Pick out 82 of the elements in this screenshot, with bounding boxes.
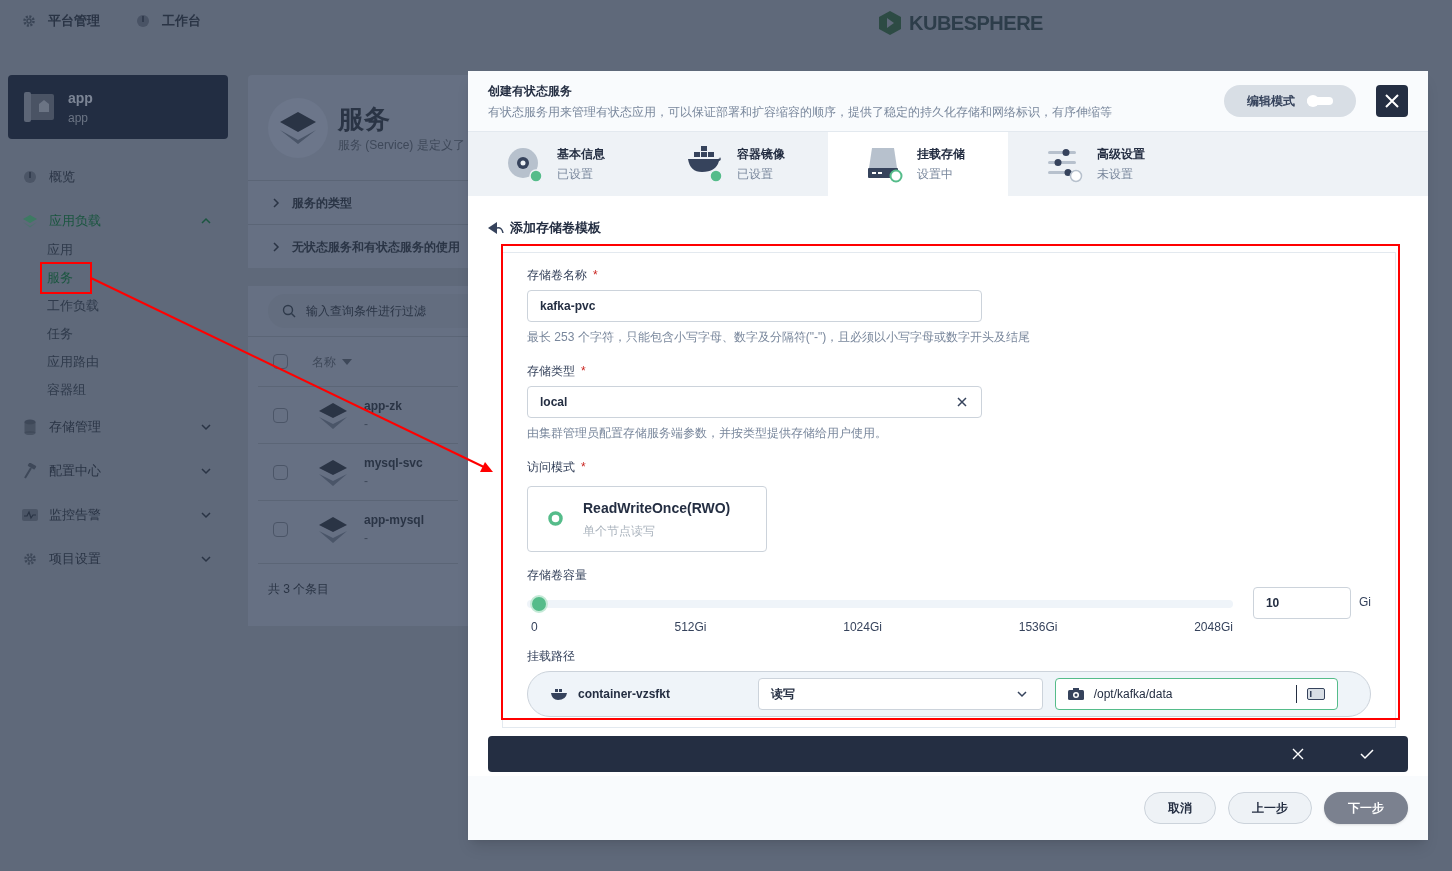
sidebar-item[interactable]: 应用负载 xyxy=(8,199,228,243)
annotation-box xyxy=(40,262,92,294)
chevron-right-icon xyxy=(270,240,282,253)
gear-icon xyxy=(23,552,37,566)
close-button[interactable] xyxy=(1376,85,1408,117)
layers-icon xyxy=(318,457,348,487)
row-description: - xyxy=(364,416,369,433)
checkbox[interactable] xyxy=(273,464,288,480)
field-hint: 由集群管理员配置存储服务端参数，并按类型提供存储给用户使用。 xyxy=(527,424,888,442)
gauge-icon xyxy=(136,14,150,28)
layers-icon xyxy=(318,400,348,430)
required-mark: * xyxy=(581,458,586,476)
row-description: - xyxy=(364,530,369,547)
field-label: 访问模式 xyxy=(527,458,575,476)
gear-icon xyxy=(22,14,36,28)
required-mark: * xyxy=(593,266,598,284)
required-mark: * xyxy=(581,362,586,380)
edit-mode-toggle[interactable]: 编辑模式 xyxy=(1224,85,1356,117)
row-description: - xyxy=(364,473,369,490)
field-label: 挂载路径 xyxy=(527,647,575,665)
row-name[interactable]: mysql-svc xyxy=(364,454,423,472)
slider-tick: 0 xyxy=(531,618,538,636)
modal-title: 创建有状态服务 xyxy=(488,82,573,100)
select-field[interactable]: local xyxy=(527,385,982,418)
search-icon xyxy=(282,304,296,318)
checkbox[interactable] xyxy=(273,407,288,423)
footer-button[interactable]: 上一步 xyxy=(1228,792,1312,824)
slider-tick: 512Gi xyxy=(674,618,707,636)
project-subtitle: app xyxy=(68,109,90,127)
close-icon xyxy=(1384,93,1400,109)
field-hint: 最长 253 个字符，只能包含小写字母、数字及分隔符("-")，且必须以小写字母或数字开头及结尾 xyxy=(527,328,1032,346)
field-label: 存储类型 xyxy=(527,362,575,380)
close-icon xyxy=(1292,747,1304,760)
cancel-icon[interactable] xyxy=(1292,747,1304,760)
toggle-icon xyxy=(1307,95,1333,107)
access-mode-option[interactable]: ReadWriteOnce(RWO) 单个节点读写 xyxy=(527,485,767,552)
mode-select[interactable]: 读写 xyxy=(758,677,1043,710)
layers-icon xyxy=(22,214,38,228)
layers-icon xyxy=(318,514,348,544)
input-field[interactable]: kafka-pvc xyxy=(527,289,982,322)
back-link[interactable]: 添加存储卷模板 xyxy=(488,218,601,238)
clear-icon xyxy=(957,396,967,407)
row-name[interactable]: app-mysql xyxy=(364,511,424,529)
item-count: 共 3 个条目 xyxy=(268,581,330,598)
service-icon xyxy=(268,97,328,158)
logo-icon xyxy=(877,10,903,36)
step-tab[interactable]: 基本信息 已设置 xyxy=(468,132,648,196)
caret-down-icon xyxy=(342,358,352,365)
step-tab[interactable]: 高级设置 未设置 xyxy=(1008,132,1188,196)
checkbox[interactable] xyxy=(273,354,288,369)
step-tab[interactable]: 容器镜像 已设置 xyxy=(648,132,828,196)
gauge-icon xyxy=(23,170,37,184)
confirm-icon[interactable] xyxy=(1360,747,1374,760)
step-tab[interactable]: 挂载存储 设置中 xyxy=(828,132,1008,196)
path-field[interactable]: /opt/kafka/data xyxy=(1054,677,1338,710)
monitor-icon xyxy=(22,509,38,521)
back-arrow-icon xyxy=(488,221,504,234)
slider-handle[interactable] xyxy=(530,594,549,613)
chevron-right-icon xyxy=(270,196,282,209)
field-label: 存储卷名称 xyxy=(527,266,587,284)
next-button[interactable]: 下一步 xyxy=(1324,792,1408,824)
hammer-icon xyxy=(23,463,37,479)
database-icon xyxy=(24,419,36,435)
slider-tick: 1024Gi xyxy=(843,618,882,636)
unit-label: Gi xyxy=(1359,593,1371,611)
checkbox[interactable] xyxy=(273,521,288,537)
row-name[interactable]: app-zk xyxy=(364,397,402,415)
slider-tick: 1536Gi xyxy=(1018,618,1058,636)
sidebar-subitem[interactable]: 服务 xyxy=(47,264,73,292)
terminal-icon xyxy=(1307,687,1325,700)
capacity-field[interactable]: 10 xyxy=(1252,586,1351,619)
footer-button[interactable]: 取消 xyxy=(1144,792,1216,824)
container-name: container-vzsfkt xyxy=(578,685,672,703)
page-title: 服务 xyxy=(338,102,391,136)
slider-tick: 2048Gi xyxy=(1194,618,1233,636)
project-card[interactable]: app app xyxy=(8,75,228,139)
folder-icon xyxy=(24,92,54,122)
camera-icon xyxy=(1067,687,1084,700)
modal-description: 有状态服务用来管理有状态应用，可以保证部署和扩容缩容的顺序，提供了稳定的持久化存储和网络标识，有序伸缩等 xyxy=(488,103,1113,121)
check-icon xyxy=(1360,747,1374,760)
project-name: app xyxy=(68,88,93,108)
field-label: 存储卷容量 xyxy=(527,566,587,584)
